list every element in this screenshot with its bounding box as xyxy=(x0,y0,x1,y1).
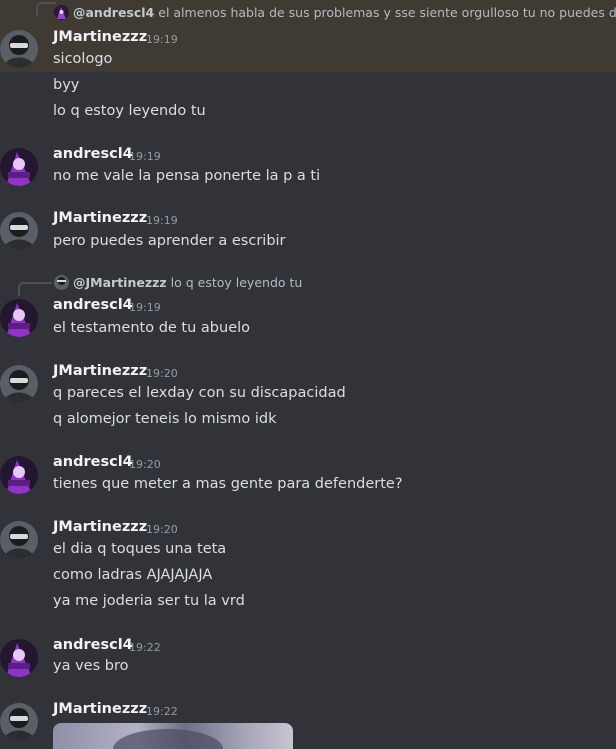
message-timestamp: 19:20 xyxy=(146,367,178,380)
message-line: no me vale la pensa ponerte la p a ti xyxy=(53,168,321,184)
avatar-jmartinezzz-icon[interactable] xyxy=(0,521,38,559)
avatar-jmartinezzz-icon xyxy=(54,275,69,290)
message-timestamp: 19:22 xyxy=(129,641,161,654)
message-group: @andrescl4 el almenos habla de sus probl… xyxy=(0,0,616,72)
message-author[interactable]: JMartinezzz xyxy=(53,210,147,226)
message-line: tienes que meter a mas gente para defend… xyxy=(53,476,403,492)
message-line: sicologo xyxy=(53,51,113,67)
message-author[interactable]: JMartinezzz xyxy=(53,701,147,717)
avatar-jmartinezzz-icon[interactable] xyxy=(0,212,38,250)
reply-text: @andrescl4 el almenos habla de sus probl… xyxy=(73,5,616,20)
message-timestamp: 19:20 xyxy=(146,523,178,536)
message-line: q alomejor teneis lo mismo idk xyxy=(53,411,277,427)
message-author[interactable]: JMartinezzz xyxy=(53,363,147,379)
message-author[interactable]: andrescl4 xyxy=(53,297,133,313)
avatar-andrescl4-icon[interactable] xyxy=(0,299,38,337)
reply-content: el almenos habla de sus problemas y sse … xyxy=(158,5,616,20)
avatar-jmartinezzz-icon[interactable] xyxy=(0,703,38,741)
message-line: como ladras AJAJAJAJA xyxy=(53,567,213,583)
message-line: lo q estoy leyendo tu xyxy=(53,103,206,119)
reply-spine xyxy=(18,282,52,296)
avatar-andrescl4-icon[interactable] xyxy=(0,639,38,677)
avatar-andrescl4-icon xyxy=(54,5,69,20)
message-author[interactable]: andrescl4 xyxy=(53,454,133,470)
reply-username[interactable]: @JMartinezzz xyxy=(73,275,167,290)
message-author[interactable]: andrescl4 xyxy=(53,146,133,162)
reply-content: lo q estoy leyendo tu xyxy=(170,275,303,290)
message-timestamp: 19:20 xyxy=(129,458,161,471)
message-timestamp: 19:19 xyxy=(129,150,161,163)
image-attachment[interactable] xyxy=(53,723,293,749)
message-timestamp: 19:22 xyxy=(146,705,178,718)
message-line: el dia q toques una teta xyxy=(53,541,227,557)
message-author[interactable]: JMartinezzz xyxy=(53,29,147,45)
avatar-jmartinezzz-icon[interactable] xyxy=(0,365,38,403)
message-timestamp: 19:19 xyxy=(146,33,178,46)
message-line: ya me joderia ser tu la vrd xyxy=(53,593,245,609)
image-content xyxy=(113,729,223,749)
message-line: el testamento de tu abuelo xyxy=(53,320,251,336)
message-line: ya ves bro xyxy=(53,658,129,674)
avatar-jmartinezzz-icon[interactable] xyxy=(0,30,38,68)
message-line: q pareces el lexday con su discapacidad xyxy=(53,385,346,401)
message-author[interactable]: JMartinezzz xyxy=(53,519,147,535)
reply-username[interactable]: @andrescl4 xyxy=(73,5,154,20)
message-timestamp: 19:19 xyxy=(129,301,161,314)
reply-text: @JMartinezzz lo q estoy leyendo tu xyxy=(73,275,302,290)
message-line: byy xyxy=(53,77,80,93)
message-line: pero puedes aprender a escribir xyxy=(53,233,286,249)
avatar-andrescl4-icon[interactable] xyxy=(0,148,38,186)
avatar-andrescl4-icon[interactable] xyxy=(0,456,38,494)
message-timestamp: 19:19 xyxy=(146,214,178,227)
reply-spine xyxy=(36,2,56,16)
message-author[interactable]: andrescl4 xyxy=(53,637,133,653)
chat-message-list[interactable]: @andrescl4 el almenos habla de sus probl… xyxy=(0,0,616,749)
